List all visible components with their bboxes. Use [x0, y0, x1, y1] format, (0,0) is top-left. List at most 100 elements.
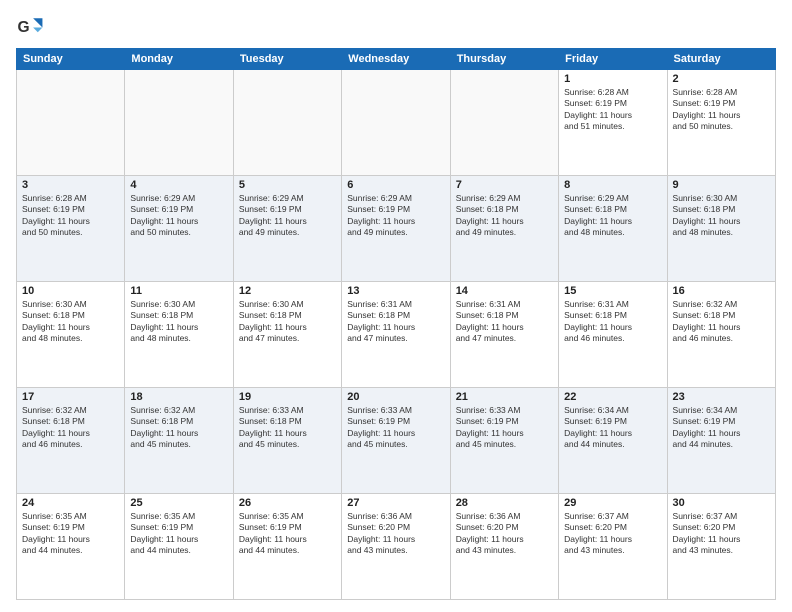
day-number: 30: [673, 497, 770, 509]
calendar-cell: 7Sunrise: 6:29 AM Sunset: 6:18 PM Daylig…: [450, 176, 558, 282]
calendar-cell: 10 Sunrise: 6:30 AM Sunset: 6:18 PM Dayli…: [17, 282, 125, 388]
calendar-cell: 12 Sunrise: 6:30 AM Sunset: 6:18 PM Dayli…: [233, 282, 341, 388]
day-number: 7: [456, 179, 553, 191]
calendar-cell: 13Sunrise: 6:31 AM Sunset: 6:18 PM Dayli…: [342, 282, 450, 388]
day-number: 18: [130, 391, 227, 403]
day-number: 17: [22, 391, 119, 403]
day-number: 26: [239, 497, 336, 509]
week-row-1: 3Sunrise: 6:28 AM Sunset: 6:19 PM Daylig…: [17, 176, 776, 282]
calendar-cell: 23 Sunrise: 6:34 AM Sunset: 6:19 PM Dayli…: [667, 388, 775, 494]
page: G SundayMondayTuesdayWednesdayThursdayFr…: [0, 0, 792, 612]
calendar-cell: 1Sunrise: 6:28 AM Sunset: 6:19 PM Daylig…: [559, 70, 667, 176]
calendar-cell: 2 Sunrise: 6:28 AM Sunset: 6:19 PM Daylig…: [667, 70, 775, 176]
day-number: 12: [239, 285, 336, 297]
day-info: Sunrise: 6:29 AM Sunset: 6:19 PM Dayligh…: [347, 193, 444, 239]
day-number: 2: [673, 73, 770, 85]
day-info: Sunrise: 6:34 AM Sunset: 6:19 PM Dayligh…: [673, 405, 770, 451]
day-number: 22: [564, 391, 661, 403]
day-info: Sunrise: 6:37 AM Sunset: 6:20 PM Dayligh…: [564, 511, 661, 557]
day-number: 16: [673, 285, 770, 297]
day-number: 27: [347, 497, 444, 509]
calendar-cell: [342, 70, 450, 176]
day-info: Sunrise: 6:30 AM Sunset: 6:18 PM Dayligh…: [239, 299, 336, 345]
calendar-cell: [17, 70, 125, 176]
calendar-cell: 21 Sunrise: 6:33 AM Sunset: 6:19 PM Dayli…: [450, 388, 558, 494]
day-info: Sunrise: 6:29 AM Sunset: 6:19 PM Dayligh…: [130, 193, 227, 239]
logo: G: [16, 12, 48, 40]
weekday-label-saturday: Saturday: [667, 49, 775, 70]
week-row-0: 1 Sunrise: 6:28 AM Sunset: 6:19 PM Daylig…: [17, 70, 776, 176]
calendar-table: SundayMondayTuesdayWednesdayThursdayFrid…: [16, 48, 776, 600]
calendar-cell: 30Sunrise: 6:37 AM Sunset: 6:20 PM Dayli…: [667, 494, 775, 600]
calendar-cell: 18 Sunrise: 6:32 AM Sunset: 6:18 PM Dayli…: [125, 388, 233, 494]
day-number: 4: [130, 179, 227, 191]
calendar-cell: 5Sunrise: 6:29 AM Sunset: 6:19 PM Daylig…: [233, 176, 341, 282]
day-number: 11: [130, 285, 227, 297]
day-number: 28: [456, 497, 553, 509]
calendar-cell: 20Sunrise: 6:33 AM Sunset: 6:19 PM Dayli…: [342, 388, 450, 494]
calendar-cell: 6 Sunrise: 6:29 AM Sunset: 6:19 PM Daylig…: [342, 176, 450, 282]
day-info: Sunrise: 6:34 AM Sunset: 6:19 PM Dayligh…: [564, 405, 661, 451]
day-number: 25: [130, 497, 227, 509]
day-number: 1: [564, 73, 661, 85]
weekday-label-sunday: Sunday: [17, 49, 125, 70]
logo-icon: G: [16, 12, 44, 40]
day-info: Sunrise: 6:32 AM Sunset: 6:18 PM Dayligh…: [673, 299, 770, 345]
day-info: Sunrise: 6:30 AM Sunset: 6:18 PM Dayligh…: [673, 193, 770, 239]
calendar-cell: [450, 70, 558, 176]
day-info: Sunrise: 6:28 AM Sunset: 6:19 PM Dayligh…: [673, 87, 770, 133]
day-info: Sunrise: 6:33 AM Sunset: 6:19 PM Dayligh…: [347, 405, 444, 451]
calendar-cell: 24Sunrise: 6:35 AM Sunset: 6:19 PM Dayli…: [17, 494, 125, 600]
day-number: 21: [456, 391, 553, 403]
calendar-cell: 11 Sunrise: 6:30 AM Sunset: 6:18 PM Dayli…: [125, 282, 233, 388]
weekday-label-monday: Monday: [125, 49, 233, 70]
day-number: 19: [239, 391, 336, 403]
calendar-cell: 14 Sunrise: 6:31 AM Sunset: 6:18 PM Dayli…: [450, 282, 558, 388]
day-number: 14: [456, 285, 553, 297]
day-number: 15: [564, 285, 661, 297]
day-info: Sunrise: 6:36 AM Sunset: 6:20 PM Dayligh…: [347, 511, 444, 557]
day-info: Sunrise: 6:32 AM Sunset: 6:18 PM Dayligh…: [22, 405, 119, 451]
day-number: 10: [22, 285, 119, 297]
svg-text:G: G: [18, 19, 30, 36]
weekday-label-friday: Friday: [559, 49, 667, 70]
calendar-cell: 26 Sunrise: 6:35 AM Sunset: 6:19 PM Dayli…: [233, 494, 341, 600]
day-info: Sunrise: 6:30 AM Sunset: 6:18 PM Dayligh…: [22, 299, 119, 345]
calendar-cell: 16 Sunrise: 6:32 AM Sunset: 6:18 PM Dayli…: [667, 282, 775, 388]
day-number: 6: [347, 179, 444, 191]
day-info: Sunrise: 6:31 AM Sunset: 6:18 PM Dayligh…: [347, 299, 444, 345]
calendar-cell: 9 Sunrise: 6:30 AM Sunset: 6:18 PM Daylig…: [667, 176, 775, 282]
week-row-2: 10 Sunrise: 6:30 AM Sunset: 6:18 PM Dayli…: [17, 282, 776, 388]
header: G: [16, 12, 776, 40]
day-info: Sunrise: 6:31 AM Sunset: 6:18 PM Dayligh…: [564, 299, 661, 345]
day-info: Sunrise: 6:30 AM Sunset: 6:18 PM Dayligh…: [130, 299, 227, 345]
day-info: Sunrise: 6:36 AM Sunset: 6:20 PM Dayligh…: [456, 511, 553, 557]
calendar-cell: 27 Sunrise: 6:36 AM Sunset: 6:20 PM Dayli…: [342, 494, 450, 600]
calendar-cell: [125, 70, 233, 176]
day-number: 9: [673, 179, 770, 191]
calendar-cell: 25Sunrise: 6:35 AM Sunset: 6:19 PM Dayli…: [125, 494, 233, 600]
weekday-header-row: SundayMondayTuesdayWednesdayThursdayFrid…: [17, 49, 776, 70]
weekday-label-tuesday: Tuesday: [233, 49, 341, 70]
calendar-cell: 22 Sunrise: 6:34 AM Sunset: 6:19 PM Dayli…: [559, 388, 667, 494]
day-info: Sunrise: 6:31 AM Sunset: 6:18 PM Dayligh…: [456, 299, 553, 345]
day-number: 5: [239, 179, 336, 191]
calendar-body: 1 Sunrise: 6:28 AM Sunset: 6:19 PM Daylig…: [17, 70, 776, 600]
calendar-cell: 28 Sunrise: 6:36 AM Sunset: 6:20 PM Dayli…: [450, 494, 558, 600]
day-number: 23: [673, 391, 770, 403]
day-number: 29: [564, 497, 661, 509]
day-number: 3: [22, 179, 119, 191]
day-info: Sunrise: 6:32 AM Sunset: 6:18 PM Dayligh…: [130, 405, 227, 451]
calendar-cell: [233, 70, 341, 176]
day-info: Sunrise: 6:35 AM Sunset: 6:19 PM Dayligh…: [239, 511, 336, 557]
week-row-3: 17 Sunrise: 6:32 AM Sunset: 6:18 PM Dayli…: [17, 388, 776, 494]
calendar-cell: 4 Sunrise: 6:29 AM Sunset: 6:19 PM Daylig…: [125, 176, 233, 282]
weekday-label-thursday: Thursday: [450, 49, 558, 70]
week-row-4: 24 Sunrise: 6:35 AM Sunset: 6:19 PM Dayli…: [17, 494, 776, 600]
day-info: Sunrise: 6:33 AM Sunset: 6:19 PM Dayligh…: [456, 405, 553, 451]
day-number: 24: [22, 497, 119, 509]
calendar-cell: 17 Sunrise: 6:32 AM Sunset: 6:18 PM Dayli…: [17, 388, 125, 494]
day-info: Sunrise: 6:33 AM Sunset: 6:18 PM Dayligh…: [239, 405, 336, 451]
day-number: 8: [564, 179, 661, 191]
calendar-cell: 8Sunrise: 6:29 AM Sunset: 6:18 PM Daylig…: [559, 176, 667, 282]
